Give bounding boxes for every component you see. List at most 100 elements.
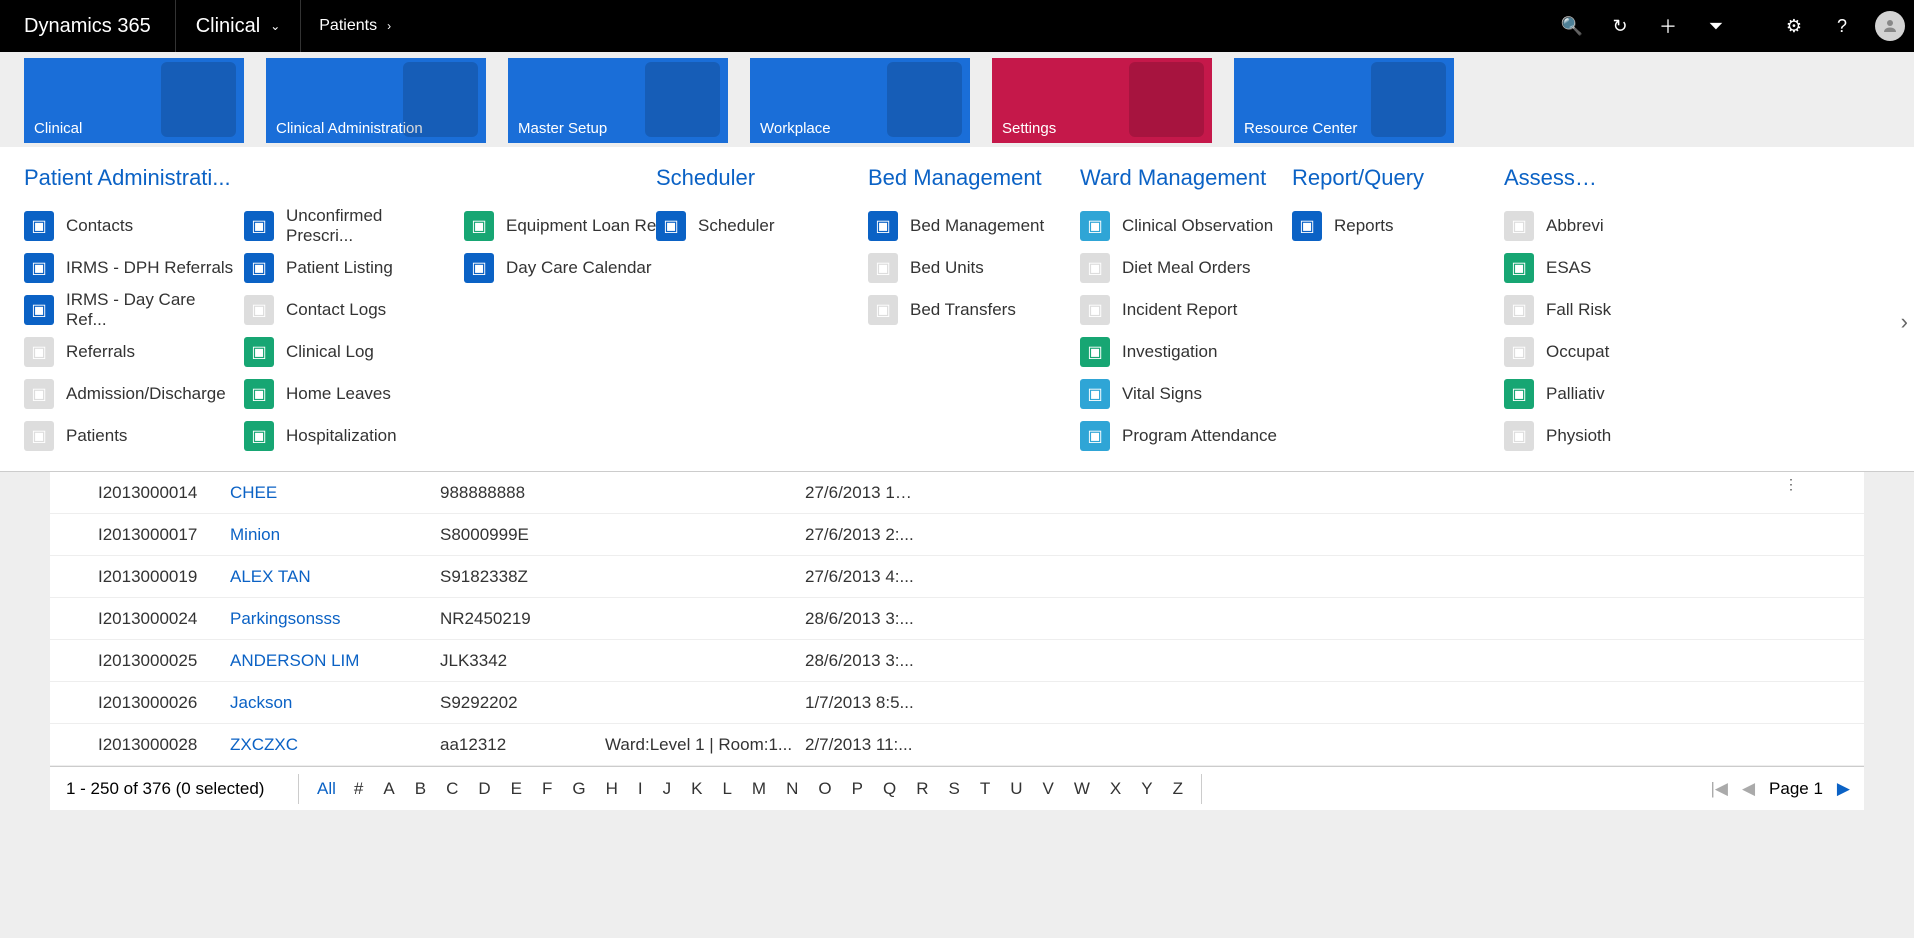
alpha-letter[interactable]: N bbox=[786, 779, 798, 799]
recent-icon[interactable]: ↻ bbox=[1596, 0, 1644, 52]
cell-name[interactable]: ALEX TAN bbox=[230, 567, 440, 587]
module-switcher[interactable]: Clinical ⌄ bbox=[176, 15, 301, 38]
sitemap-item[interactable]: ▣Palliativ bbox=[1504, 373, 1614, 415]
workspace-tile[interactable]: Settings bbox=[992, 58, 1212, 143]
alpha-letter[interactable]: Z bbox=[1173, 779, 1183, 799]
alpha-letter[interactable]: U bbox=[1010, 779, 1022, 799]
alpha-letter[interactable]: G bbox=[572, 779, 585, 799]
alpha-letter[interactable]: J bbox=[663, 779, 672, 799]
next-page-icon[interactable]: ▶ bbox=[1837, 779, 1850, 799]
sitemap-item[interactable]: ▣Clinical Observation bbox=[1080, 205, 1290, 247]
table-row[interactable]: I2013000019 ALEX TAN S9182338Z 27/6/2013… bbox=[50, 556, 1864, 598]
sitemap-item[interactable]: ▣Physioth bbox=[1504, 415, 1614, 457]
alpha-letter[interactable]: H bbox=[606, 779, 618, 799]
cell-name[interactable]: ANDERSON LIM bbox=[230, 651, 440, 671]
alpha-letter[interactable]: P bbox=[852, 779, 863, 799]
workspace-tile[interactable]: Clinical Administration bbox=[266, 58, 486, 143]
breadcrumb[interactable]: Patients › bbox=[301, 17, 409, 35]
sitemap-item[interactable]: ▣Investigation bbox=[1080, 331, 1290, 373]
sitemap-item[interactable]: ▣Bed Units bbox=[868, 247, 1078, 289]
sitemap-item[interactable]: ▣Abbrevi bbox=[1504, 205, 1614, 247]
workspace-tile[interactable]: Clinical bbox=[24, 58, 244, 143]
sitemap-item[interactable]: ▣Day Care Calendar bbox=[464, 247, 674, 289]
sitemap-item-label: IRMS - Day Care Ref... bbox=[66, 290, 234, 330]
alpha-letter[interactable]: Q bbox=[883, 779, 896, 799]
alpha-letter[interactable]: # bbox=[354, 779, 363, 799]
search-icon[interactable]: 🔍 bbox=[1548, 0, 1596, 52]
sitemap-item[interactable]: ▣Occupat bbox=[1504, 331, 1614, 373]
sitemap-item[interactable]: ▣Contact Logs bbox=[244, 289, 454, 331]
sitemap-item[interactable]: ▣Bed Transfers bbox=[868, 289, 1078, 331]
alpha-letter[interactable]: W bbox=[1074, 779, 1090, 799]
sitemap-item[interactable]: ▣Unconfirmed Prescri... bbox=[244, 205, 454, 247]
more-icon[interactable]: ⋮ bbox=[1784, 476, 1798, 493]
table-row[interactable]: I2013000017 Minion S8000999E 27/6/2013 2… bbox=[50, 514, 1864, 556]
entity-icon: ▣ bbox=[1292, 211, 1322, 241]
entity-icon: ▣ bbox=[24, 337, 54, 367]
sitemap-item[interactable]: ▣Patient Listing bbox=[244, 247, 454, 289]
cell-name[interactable]: Jackson bbox=[230, 693, 440, 713]
brand-label[interactable]: Dynamics 365 bbox=[0, 15, 175, 38]
alpha-letter[interactable]: R bbox=[916, 779, 928, 799]
alpha-letter[interactable]: A bbox=[383, 779, 394, 799]
sitemap-item[interactable]: ▣IRMS - DPH Referrals bbox=[24, 247, 234, 289]
alpha-letter[interactable]: T bbox=[980, 779, 990, 799]
sitemap-item[interactable]: ▣Referrals bbox=[24, 331, 234, 373]
table-row[interactable]: I2013000014 CHEE 988888888 27/6/2013 10:… bbox=[50, 472, 1864, 514]
gear-icon[interactable]: ⚙ bbox=[1770, 0, 1818, 52]
sitemap-item[interactable]: ▣Contacts bbox=[24, 205, 234, 247]
cell-name[interactable]: Parkingsonsss bbox=[230, 609, 440, 629]
alpha-letter[interactable]: I bbox=[638, 779, 643, 799]
sitemap-item[interactable]: ▣Hospitalization bbox=[244, 415, 454, 457]
workspace-tile[interactable]: Master Setup bbox=[508, 58, 728, 143]
sitemap-item[interactable]: ▣Vital Signs bbox=[1080, 373, 1290, 415]
table-row[interactable]: I2013000026 Jackson S9292202 1/7/2013 8:… bbox=[50, 682, 1864, 724]
prev-page-icon[interactable]: ◀ bbox=[1742, 779, 1755, 799]
sitemap-item[interactable]: ▣Program Attendance bbox=[1080, 415, 1290, 457]
alpha-letter[interactable]: K bbox=[691, 779, 702, 799]
sitemap-item[interactable]: ▣Reports bbox=[1292, 205, 1502, 247]
sitemap-item[interactable]: ▣Patients bbox=[24, 415, 234, 457]
alpha-letter[interactable]: O bbox=[818, 779, 831, 799]
sitemap-item[interactable]: ▣Fall Risk bbox=[1504, 289, 1614, 331]
alpha-letter[interactable]: V bbox=[1042, 779, 1053, 799]
sitemap-item[interactable]: ▣Home Leaves bbox=[244, 373, 454, 415]
table-row[interactable]: I2013000025 ANDERSON LIM JLK3342 28/6/20… bbox=[50, 640, 1864, 682]
sitemap-item[interactable]: ▣Diet Meal Orders bbox=[1080, 247, 1290, 289]
sitemap-item[interactable]: ▣IRMS - Day Care Ref... bbox=[24, 289, 234, 331]
help-icon[interactable]: ? bbox=[1818, 0, 1866, 52]
entity-icon: ▣ bbox=[244, 253, 274, 283]
alpha-letter[interactable]: E bbox=[511, 779, 522, 799]
cell-name[interactable]: Minion bbox=[230, 525, 440, 545]
sitemap-item[interactable]: ▣Bed Management bbox=[868, 205, 1078, 247]
sitemap-item[interactable]: ▣ESAS bbox=[1504, 247, 1614, 289]
workspace-tile[interactable]: Resource Center bbox=[1234, 58, 1454, 143]
filter-icon[interactable]: ⏷ bbox=[1692, 0, 1740, 52]
avatar[interactable] bbox=[1866, 0, 1914, 52]
alpha-letter[interactable]: Y bbox=[1141, 779, 1152, 799]
entity-icon: ▣ bbox=[1504, 253, 1534, 283]
sitemap-item[interactable]: ▣Clinical Log bbox=[244, 331, 454, 373]
filter-all[interactable]: All bbox=[317, 779, 336, 799]
alpha-letter[interactable]: M bbox=[752, 779, 766, 799]
first-page-icon[interactable]: |◀ bbox=[1710, 779, 1728, 799]
add-icon[interactable]: ＋ bbox=[1644, 0, 1692, 52]
alpha-letter[interactable]: S bbox=[948, 779, 959, 799]
scroll-right-icon[interactable]: › bbox=[1901, 309, 1908, 335]
cell-name[interactable]: ZXCZXC bbox=[230, 735, 440, 755]
alpha-letter[interactable]: L bbox=[722, 779, 731, 799]
table-row[interactable]: I2013000028 ZXCZXC aa12312 Ward:Level 1 … bbox=[50, 724, 1864, 766]
table-row[interactable]: I2013000024 Parkingsonsss NR2450219 28/6… bbox=[50, 598, 1864, 640]
sitemap-item[interactable]: ▣Admission/Discharge bbox=[24, 373, 234, 415]
alpha-letter[interactable]: C bbox=[446, 779, 458, 799]
alpha-letter[interactable]: F bbox=[542, 779, 552, 799]
sitemap-item[interactable]: ▣Incident Report bbox=[1080, 289, 1290, 331]
sitemap-item[interactable]: ▣Scheduler bbox=[656, 205, 866, 247]
alpha-letter[interactable]: X bbox=[1110, 779, 1121, 799]
cell-id: I2013000028 bbox=[50, 735, 230, 755]
alpha-letter[interactable]: B bbox=[415, 779, 426, 799]
cell-name[interactable]: CHEE bbox=[230, 483, 440, 503]
sitemap-item[interactable]: ▣Equipment Loan Re... bbox=[464, 205, 674, 247]
workspace-tile[interactable]: Workplace bbox=[750, 58, 970, 143]
alpha-letter[interactable]: D bbox=[478, 779, 490, 799]
